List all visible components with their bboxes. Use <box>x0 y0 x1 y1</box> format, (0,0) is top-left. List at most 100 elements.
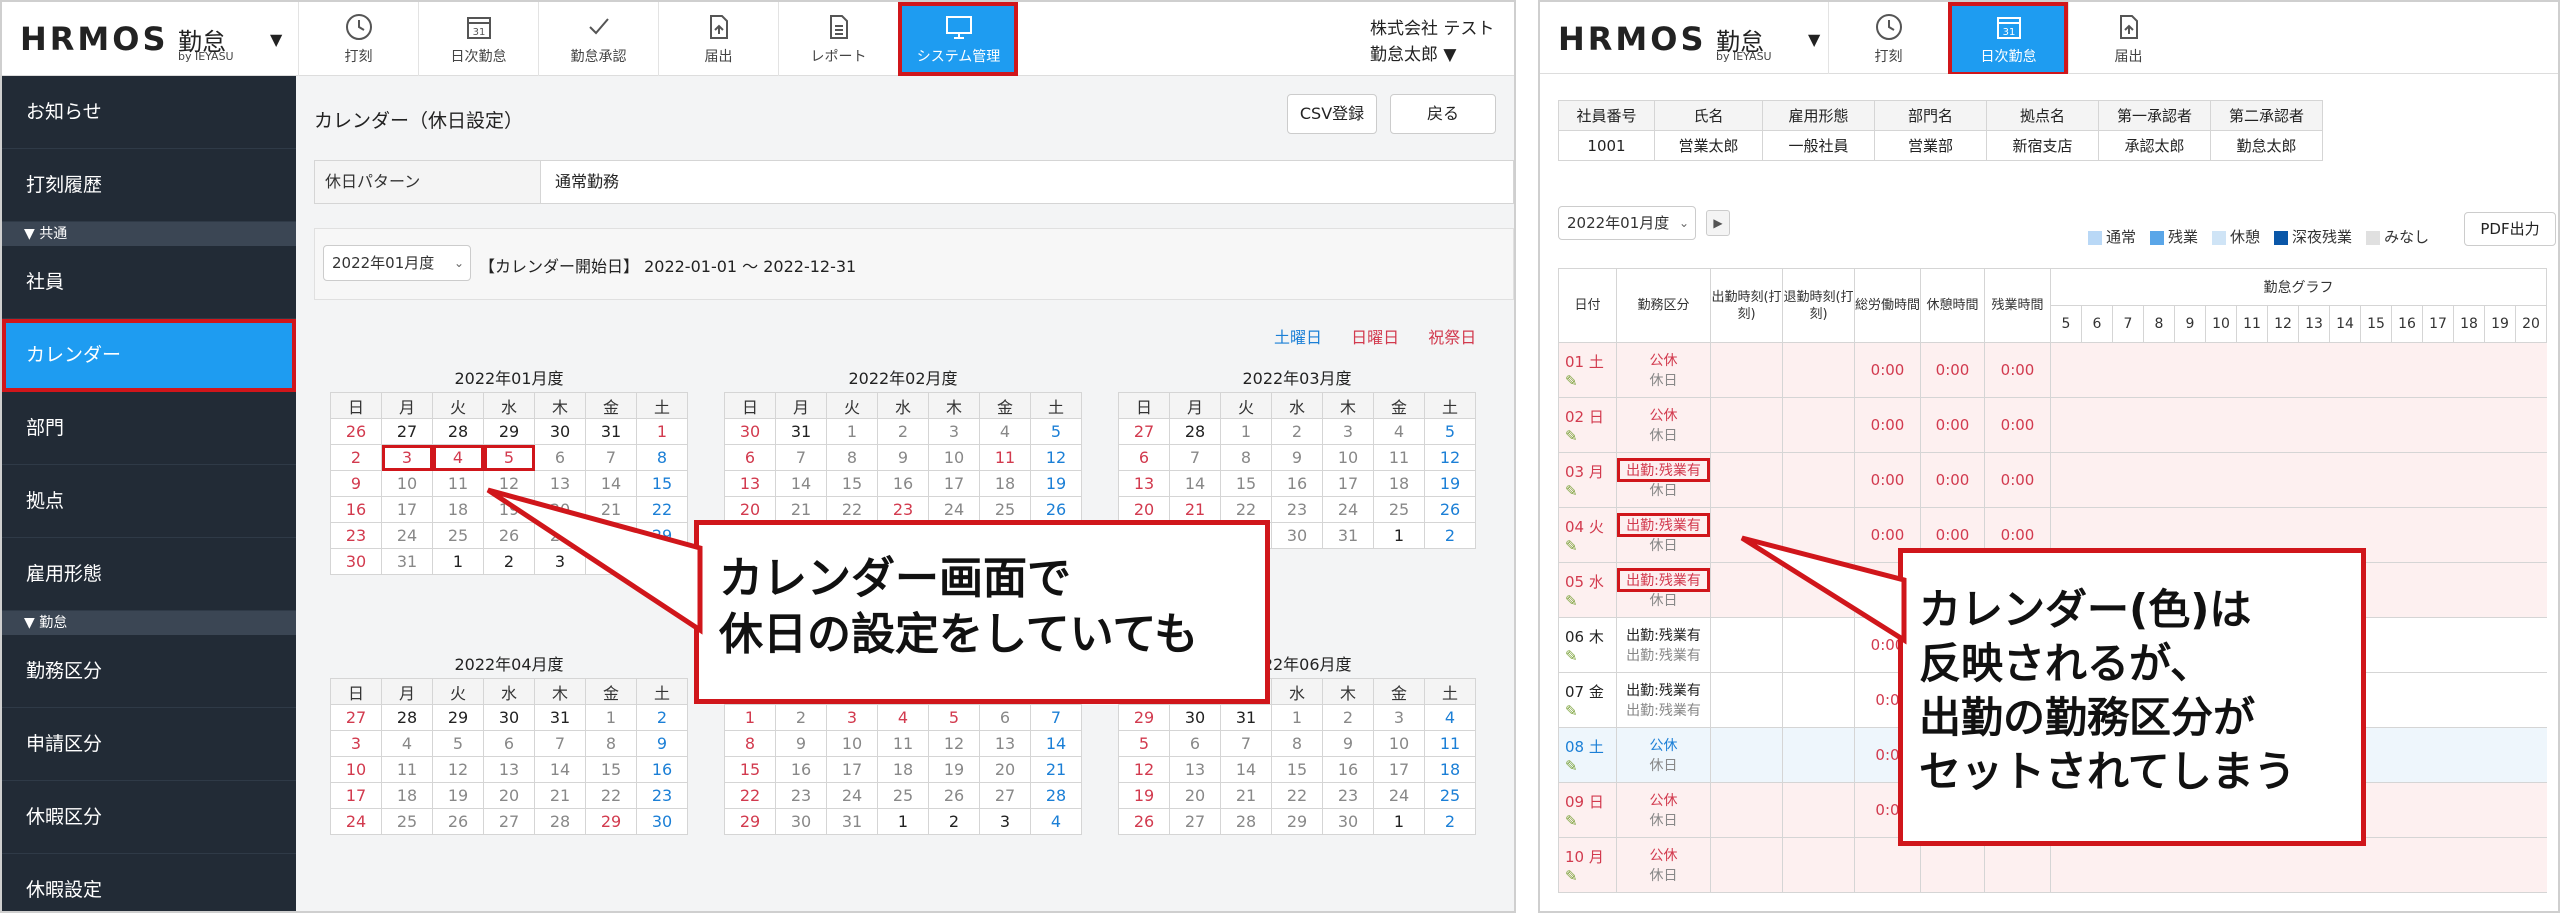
calendar-day[interactable]: 26 <box>1118 808 1170 835</box>
sidebar-item-departments[interactable]: 部門 <box>2 392 296 465</box>
calendar-day[interactable]: 6 <box>724 444 776 471</box>
calendar-day[interactable]: 28 <box>585 522 637 549</box>
calendar-day[interactable]: 15 <box>724 756 776 783</box>
sidebar-item-punch-history[interactable]: 打刻履歴 <box>2 149 296 222</box>
edit-pencil-icon[interactable]: ✎ <box>1565 482 1616 500</box>
calendar-day[interactable]: 30 <box>534 418 586 445</box>
calendar-day[interactable]: 5 <box>432 730 484 757</box>
calendar-day[interactable]: 30 <box>775 808 827 835</box>
edit-pencil-icon[interactable]: ✎ <box>1565 372 1616 390</box>
calendar-day[interactable]: 20 <box>1118 496 1170 523</box>
calendar-day[interactable]: 22 <box>724 782 776 809</box>
calendar-day[interactable]: 24 <box>826 782 878 809</box>
next-month-button[interactable]: ▶ <box>1706 210 1730 236</box>
calendar-day[interactable]: 8 <box>585 730 637 757</box>
calendar-day[interactable]: 28 <box>432 418 484 445</box>
calendar-day[interactable]: 16 <box>877 470 929 497</box>
sidebar-item-leave-settings[interactable]: 休暇設定 <box>2 854 296 911</box>
calendar-day[interactable]: 19 <box>928 756 980 783</box>
calendar-day[interactable]: 31 <box>534 704 586 731</box>
calendar-day[interactable]: 6 <box>1169 730 1221 757</box>
calendar-day[interactable]: 21 <box>1169 496 1221 523</box>
calendar-day[interactable]: 11 <box>877 730 929 757</box>
calendar-day[interactable]: 13 <box>1169 756 1221 783</box>
calendar-day[interactable]: 24 <box>1373 782 1425 809</box>
calendar-day[interactable]: 2 <box>636 704 688 731</box>
calendar-day[interactable]: 16 <box>636 756 688 783</box>
calendar-day[interactable]: 9 <box>775 730 827 757</box>
calendar-day[interactable]: 8 <box>1271 730 1323 757</box>
calendar-day[interactable]: 4 <box>1424 704 1476 731</box>
calendar-day[interactable]: 14 <box>1030 730 1082 757</box>
nav-item-monitor[interactable]: システム管理 <box>898 2 1018 76</box>
calendar-day[interactable]: 5 <box>928 704 980 731</box>
sidebar-section-kintai[interactable]: ▼ 勤怠 <box>2 611 296 635</box>
calendar-day[interactable]: 2 <box>1271 418 1323 445</box>
edit-pencil-icon[interactable]: ✎ <box>1565 592 1616 610</box>
calendar-day[interactable]: 27 <box>1118 418 1170 445</box>
attendance-row[interactable]: 01 土 ✎ 公休 休日 0:00 0:00 0:00 <box>1558 342 2547 398</box>
nav-item-calendar-31[interactable]: 31 日次勤怠 <box>1948 2 2068 76</box>
logo-dropdown-icon[interactable]: ▼ <box>1808 30 1820 49</box>
calendar-day[interactable]: 13 <box>979 730 1031 757</box>
calendar-day[interactable]: 24 <box>381 522 433 549</box>
calendar-day[interactable]: 24 <box>1322 496 1374 523</box>
calendar-day[interactable]: 20 <box>1169 782 1221 809</box>
calendar-day[interactable]: 2 <box>1424 808 1476 835</box>
edit-pencil-icon[interactable]: ✎ <box>1565 812 1616 830</box>
calendar-day[interactable]: 11 <box>1424 730 1476 757</box>
calendar-day[interactable]: 29 <box>483 418 535 445</box>
calendar-day[interactable]: 31 <box>1220 704 1272 731</box>
attendance-row[interactable]: 03 月 ✎ 出勤:残業有 休日 0:00 0:00 0:00 <box>1558 452 2547 508</box>
calendar-day[interactable]: 7 <box>1030 704 1082 731</box>
calendar-day[interactable]: 18 <box>979 470 1031 497</box>
calendar-day[interactable]: 1 <box>1373 808 1425 835</box>
calendar-day[interactable]: 2 <box>1424 522 1476 549</box>
calendar-day[interactable]: 1 <box>636 418 688 445</box>
calendar-day[interactable]: 26 <box>330 418 382 445</box>
calendar-day[interactable]: 6 <box>534 444 586 471</box>
calendar-day[interactable]: 29 <box>432 704 484 731</box>
calendar-day[interactable]: 12 <box>432 756 484 783</box>
calendar-day[interactable]: 14 <box>1169 470 1221 497</box>
calendar-day[interactable]: 18 <box>1373 470 1425 497</box>
calendar-day[interactable]: 29 <box>636 522 688 549</box>
calendar-day[interactable]: 27 <box>330 704 382 731</box>
calendar-day[interactable]: 1 <box>877 808 929 835</box>
calendar-day[interactable]: 29 <box>1118 704 1170 731</box>
calendar-day[interactable]: 27 <box>979 782 1031 809</box>
edit-pencil-icon[interactable]: ✎ <box>1565 702 1616 720</box>
calendar-day[interactable]: 30 <box>636 808 688 835</box>
calendar-day[interactable]: 25 <box>381 808 433 835</box>
calendar-day[interactable]: 25 <box>877 782 929 809</box>
calendar-day[interactable]: 12 <box>1424 444 1476 471</box>
calendar-day[interactable]: 11 <box>432 470 484 497</box>
logo-dropdown-icon[interactable]: ▼ <box>270 30 282 49</box>
calendar-day[interactable]: 10 <box>381 470 433 497</box>
calendar-day[interactable]: 30 <box>330 548 382 575</box>
calendar-day[interactable]: 17 <box>381 496 433 523</box>
edit-pencil-icon[interactable]: ✎ <box>1565 757 1616 775</box>
calendar-day[interactable]: 9 <box>1322 730 1374 757</box>
calendar-day[interactable]: 23 <box>1271 496 1323 523</box>
calendar-day[interactable]: 11 <box>381 756 433 783</box>
calendar-day[interactable]: 21 <box>1220 782 1272 809</box>
calendar-day[interactable]: 5 <box>483 444 535 471</box>
calendar-day[interactable]: 22 <box>1271 782 1323 809</box>
calendar-day[interactable]: 22 <box>826 496 878 523</box>
calendar-day[interactable]: 27 <box>381 418 433 445</box>
app-logo[interactable]: HRMOS 勤怠 by IEYASU ▼ <box>20 16 290 63</box>
month-select[interactable]: 2022年01月度 ⌄ <box>1558 206 1696 240</box>
calendar-day[interactable]: 3 <box>979 808 1031 835</box>
calendar-day[interactable]: 15 <box>1271 756 1323 783</box>
calendar-day[interactable]: 12 <box>1118 756 1170 783</box>
calendar-day[interactable]: 31 <box>585 418 637 445</box>
sidebar-item-news[interactable]: お知らせ <box>2 76 296 149</box>
calendar-day[interactable]: 12 <box>1030 444 1082 471</box>
edit-pencil-icon[interactable]: ✎ <box>1565 427 1616 445</box>
pdf-export-button[interactable]: PDF出力 <box>2464 212 2556 246</box>
calendar-day[interactable]: 30 <box>483 704 535 731</box>
calendar-day[interactable]: 2 <box>330 444 382 471</box>
calendar-day[interactable]: 25 <box>979 496 1031 523</box>
calendar-day[interactable]: 15 <box>585 756 637 783</box>
